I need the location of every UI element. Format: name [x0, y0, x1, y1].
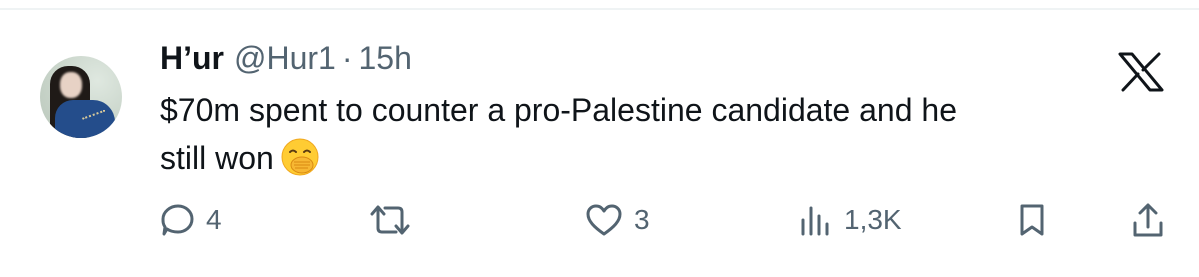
- like-button[interactable]: 3: [584, 200, 650, 240]
- reply-count: 4: [206, 204, 222, 235]
- share-icon: [1130, 201, 1166, 239]
- reply-icon: [160, 202, 196, 238]
- tweet-text-line-2: still won: [160, 134, 1170, 182]
- display-name[interactable]: H’ur: [160, 38, 224, 78]
- views-icon: [798, 202, 834, 238]
- tweet-actions: 4 3 1,3K: [160, 200, 1170, 240]
- tweet-text-line-1: $70m spent to counter a pro-Palestine ca…: [160, 92, 957, 128]
- share-button[interactable]: [1130, 200, 1166, 240]
- like-icon: [584, 202, 624, 238]
- retweet-button[interactable]: [368, 200, 422, 240]
- views-count: 1,3K: [844, 204, 902, 235]
- separator-dot: ·: [341, 40, 353, 76]
- tweet[interactable]: H’ur @Hur1 · 15h $70m spent to counter a…: [0, 0, 1199, 277]
- retweet-icon: [368, 202, 412, 238]
- avatar-image: [40, 56, 122, 138]
- avatar[interactable]: [40, 42, 122, 152]
- tweet-text-line-2-text: still won: [160, 140, 274, 176]
- face-with-hand-over-mouth-emoji: [280, 137, 320, 177]
- tweet-text: $70m spent to counter a pro-Palestine ca…: [160, 86, 1170, 182]
- reply-button[interactable]: 4: [160, 200, 222, 240]
- views-button[interactable]: 1,3K: [798, 200, 902, 240]
- bookmark-button[interactable]: [1016, 200, 1048, 240]
- avatar-face: [60, 72, 82, 98]
- handle[interactable]: @Hur1: [234, 38, 336, 78]
- tweet-header: H’ur @Hur1 · 15h: [160, 38, 412, 78]
- like-count: 3: [634, 204, 650, 235]
- timestamp[interactable]: 15h: [359, 38, 412, 78]
- bookmark-icon: [1016, 202, 1048, 238]
